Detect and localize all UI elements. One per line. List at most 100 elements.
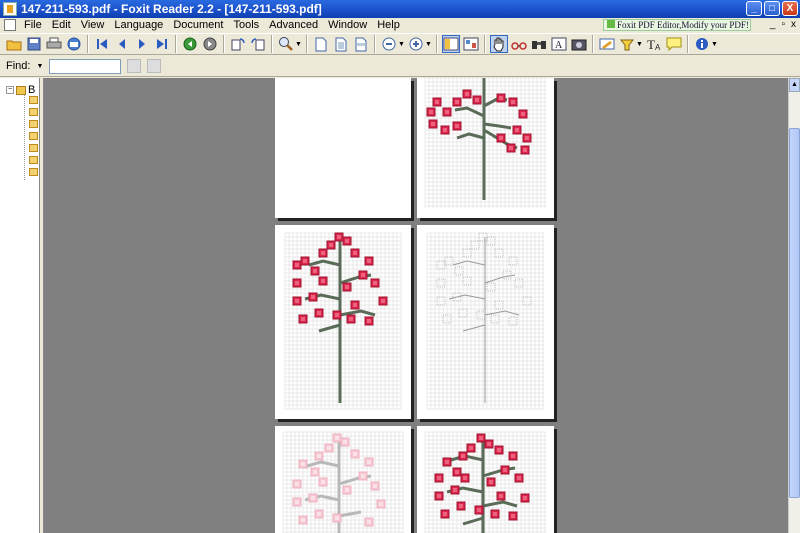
menu-file[interactable]: File — [19, 18, 47, 32]
pdf-page-tree-dark[interactable] — [417, 426, 554, 533]
berry — [364, 457, 374, 467]
save-icon[interactable] — [25, 35, 43, 53]
mdi-minimize-button[interactable]: _ — [770, 19, 776, 30]
text-viewer-icon[interactable]: A — [550, 35, 568, 53]
berry — [452, 467, 462, 477]
berry — [432, 97, 442, 107]
chevron-down-icon[interactable]: ▼ — [398, 41, 405, 48]
find-binoculars-icon[interactable] — [530, 35, 548, 53]
berry — [472, 95, 482, 105]
promo-banner[interactable]: Foxit PDF Editor,Modify your PDF! — [603, 19, 751, 31]
print-icon[interactable] — [45, 35, 63, 53]
mdi-restore-button[interactable]: ▫ — [781, 19, 785, 30]
menu-view[interactable]: View — [76, 18, 110, 32]
minimize-button[interactable]: _ — [746, 1, 762, 16]
berry — [466, 443, 476, 453]
pdf-page-blank[interactable] — [275, 78, 411, 218]
pdf-page-tree-top[interactable] — [417, 78, 554, 218]
toolbar-separator — [87, 35, 89, 53]
maximize-button[interactable]: □ — [764, 1, 780, 16]
chevron-down-icon[interactable]: ▼ — [36, 63, 43, 70]
find-input[interactable] — [49, 58, 122, 74]
pdf-page-tree-faded[interactable] — [275, 426, 411, 533]
bookmark-root[interactable]: − B — [6, 84, 35, 96]
berry — [512, 125, 522, 135]
berry — [436, 278, 446, 288]
hand-tool-icon[interactable] — [490, 35, 508, 53]
bookmark-child-icon[interactable] — [29, 96, 38, 104]
svg-text:A: A — [655, 43, 661, 51]
text-tool-icon[interactable]: TA — [645, 35, 663, 53]
go-forward-icon[interactable] — [201, 35, 219, 53]
scroll-up-icon[interactable]: ▲ — [789, 78, 800, 92]
berry — [496, 93, 506, 103]
bookmark-child-icon[interactable] — [29, 168, 38, 176]
chevron-down-icon[interactable]: ▼ — [636, 41, 643, 48]
next-page-icon[interactable] — [133, 35, 151, 53]
bookmarks-pane-icon[interactable] — [442, 35, 460, 53]
berry — [434, 491, 444, 501]
bookmark-child-icon[interactable] — [29, 108, 38, 116]
zoom-out-icon[interactable] — [380, 35, 398, 53]
menu-edit[interactable]: Edit — [47, 18, 76, 32]
scrollbar-thumb[interactable] — [789, 128, 800, 498]
menu-window[interactable]: Window — [323, 18, 372, 32]
main-toolbar: ▼ ▼ ▼ A ▼ TA ▼ — [0, 33, 800, 55]
actual-size-icon[interactable] — [312, 35, 330, 53]
email-icon[interactable] — [65, 35, 83, 53]
berry — [292, 278, 302, 288]
menu-advanced[interactable]: Advanced — [264, 18, 323, 32]
bookmark-child-icon[interactable] — [29, 132, 38, 140]
chevron-down-icon[interactable]: ▼ — [711, 41, 718, 48]
berry — [370, 481, 380, 491]
go-back-icon[interactable] — [181, 35, 199, 53]
berry — [428, 119, 438, 129]
berry — [456, 501, 466, 511]
toolbar-separator — [271, 35, 273, 53]
highlighter-icon[interactable] — [618, 35, 636, 53]
title-bar: 147-211-593.pdf - Foxit Reader 2.2 - [14… — [0, 0, 800, 18]
last-page-icon[interactable] — [153, 35, 171, 53]
pdf-page-tree-outline[interactable] — [417, 225, 554, 419]
cross-stitch-tree-pattern — [426, 232, 544, 410]
berry — [308, 292, 318, 302]
text-select-icon[interactable] — [510, 35, 528, 53]
typewriter-icon[interactable] — [598, 35, 616, 53]
thumbnails-icon[interactable] — [462, 35, 480, 53]
rotate-right-icon[interactable] — [249, 35, 267, 53]
menu-help[interactable]: Help — [372, 18, 405, 32]
app-icon[interactable] — [3, 2, 17, 16]
open-folder-icon[interactable] — [5, 35, 23, 53]
note-icon[interactable] — [665, 35, 683, 53]
zoom-icon[interactable] — [277, 35, 295, 53]
chevron-down-icon[interactable]: ▼ — [425, 41, 432, 48]
rotate-left-icon[interactable] — [229, 35, 247, 53]
pdf-page-tree-color[interactable] — [275, 225, 411, 419]
tree-connector — [24, 95, 25, 180]
berry — [364, 316, 374, 326]
find-previous-button[interactable] — [127, 59, 142, 73]
menu-language[interactable]: Language — [109, 18, 168, 32]
vertical-scrollbar[interactable]: ▲ — [788, 78, 800, 533]
info-icon[interactable] — [693, 35, 711, 53]
menu-document[interactable]: Document — [168, 18, 228, 32]
zoom-in-icon[interactable] — [407, 35, 425, 53]
bookmark-child-icon[interactable] — [29, 144, 38, 152]
snapshot-icon[interactable] — [570, 35, 588, 53]
close-button[interactable]: X — [782, 1, 798, 16]
fit-width-icon[interactable] — [352, 35, 370, 53]
first-page-icon[interactable] — [93, 35, 111, 53]
document-view[interactable] — [44, 78, 788, 533]
find-next-button[interactable] — [147, 59, 162, 73]
mdi-close-button[interactable]: x — [791, 19, 796, 30]
document-icon[interactable] — [4, 19, 16, 31]
bookmark-child-icon[interactable] — [29, 156, 38, 164]
fit-page-icon[interactable] — [332, 35, 350, 53]
previous-page-icon[interactable] — [113, 35, 131, 53]
collapse-icon[interactable]: − — [6, 86, 14, 94]
chevron-down-icon[interactable]: ▼ — [295, 41, 302, 48]
berry — [310, 467, 320, 477]
menu-tools[interactable]: Tools — [228, 18, 264, 32]
bookmark-child-icon[interactable] — [29, 120, 38, 128]
berry — [298, 515, 308, 525]
